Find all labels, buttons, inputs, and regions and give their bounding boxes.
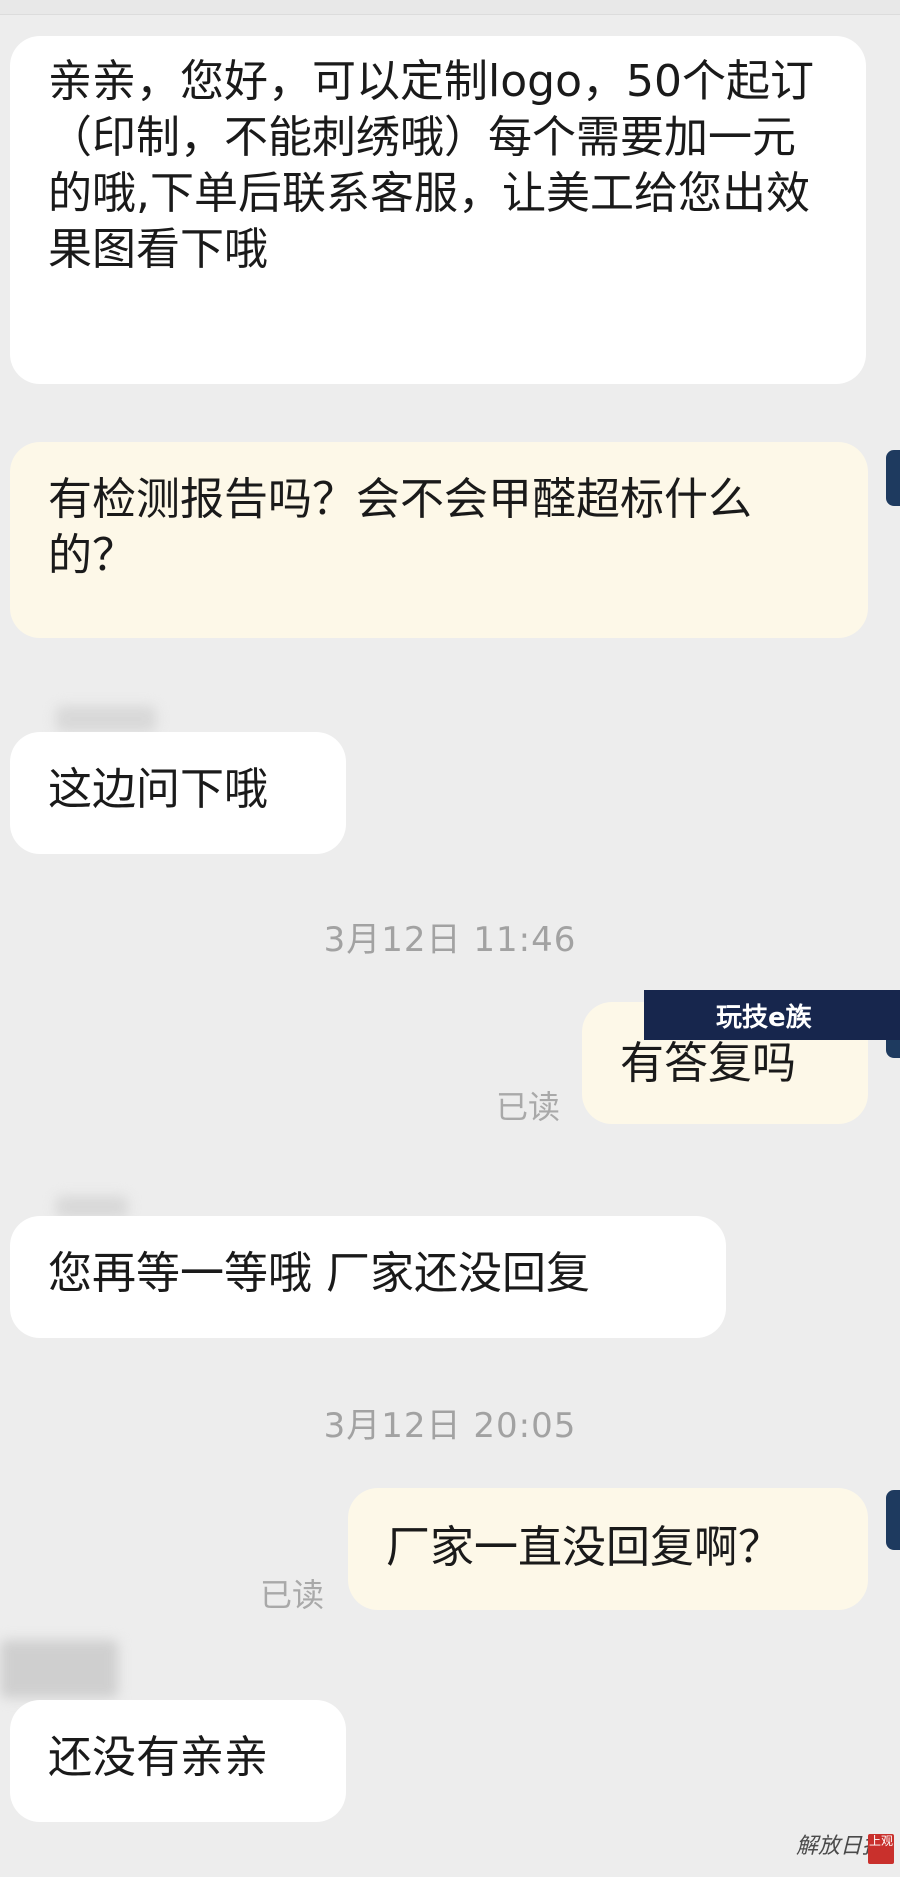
incoming-message-bubble[interactable]: 还没有亲亲 (10, 1700, 346, 1822)
edge-avatar-strip (886, 450, 900, 506)
watermark-seal-text: 上观 (868, 1834, 893, 1848)
avatar (56, 1196, 128, 1218)
top-divider (0, 0, 900, 15)
avatar (56, 706, 156, 732)
avatar (0, 1640, 118, 1698)
outgoing-message-bubble[interactable]: 厂家一直没回复啊？ (348, 1488, 868, 1610)
watermark-banner: 玩技e族 (644, 990, 900, 1040)
message-text: 厂家一直没回复啊？ (386, 1522, 782, 1573)
message-text: 您再等一等哦 厂家还没回复 (48, 1248, 590, 1299)
incoming-message-bubble[interactable]: 您再等一等哦 厂家还没回复 (10, 1216, 726, 1338)
message-text: 这边问下哦 (48, 764, 268, 815)
watermark-seal: 上观 (868, 1834, 894, 1864)
incoming-message-bubble[interactable]: 亲亲，您好，可以定制logo，50个起订（印制，不能刺绣哦）每个需要加一元的哦,… (10, 36, 866, 384)
message-text: 还没有亲亲 (48, 1732, 268, 1783)
timestamp: 3月12日 20:05 (323, 1406, 577, 1446)
incoming-message-bubble[interactable]: 这边问下哦 (10, 732, 346, 854)
read-receipt: 已读 (496, 1088, 561, 1126)
edge-avatar-strip (886, 1490, 900, 1550)
read-receipt: 已读 (260, 1576, 325, 1614)
outgoing-message-bubble[interactable]: 有检测报告吗？会不会甲醛超标什么的？ (10, 442, 868, 638)
message-text: 有答复吗 (620, 1038, 796, 1089)
timestamp: 3月12日 11:46 (323, 920, 577, 960)
message-text: 亲亲，您好，可以定制logo，50个起订（印制，不能刺绣哦）每个需要加一元的哦,… (48, 56, 814, 275)
message-text: 有检测报告吗？会不会甲醛超标什么的？ (48, 474, 752, 581)
watermark-banner-text: 玩技e族 (716, 1002, 812, 1033)
